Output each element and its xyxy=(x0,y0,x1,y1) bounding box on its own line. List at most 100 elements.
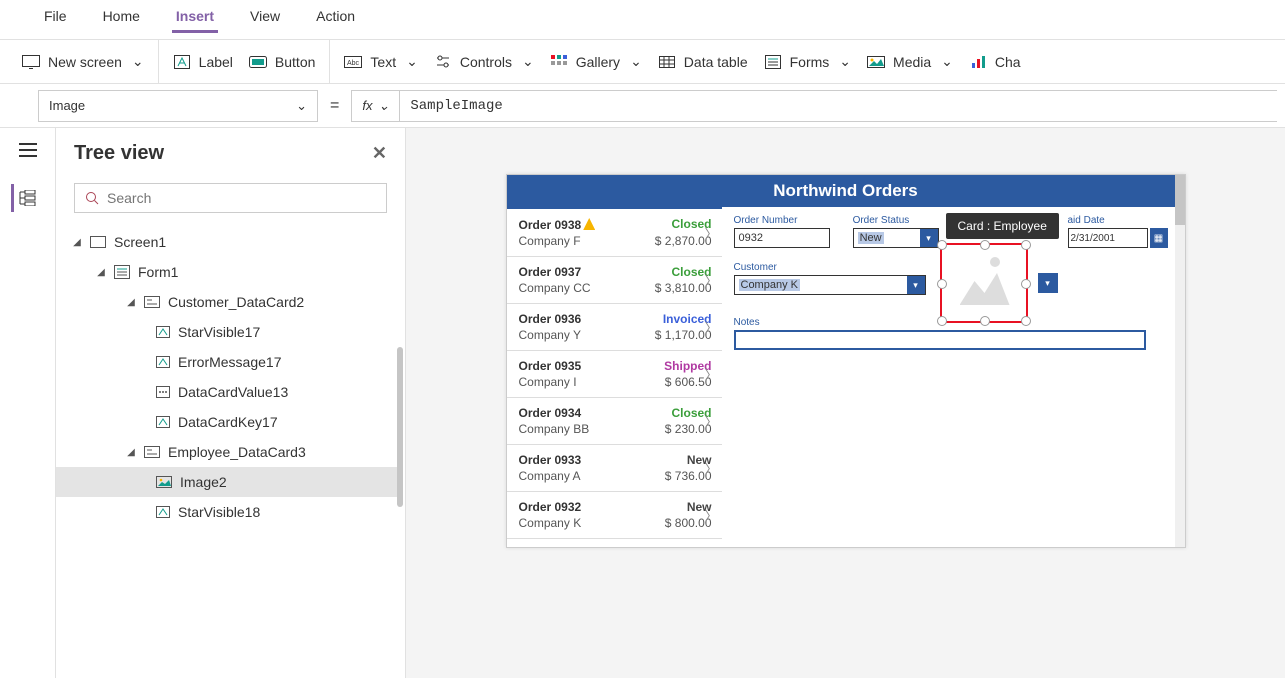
tree-node-image2[interactable]: Image2 xyxy=(56,467,397,497)
resize-handle[interactable] xyxy=(937,240,947,250)
controls-label: Controls xyxy=(460,54,512,70)
tree-label: DataCardKey17 xyxy=(178,414,278,430)
customer-label: Customer xyxy=(734,262,926,273)
order-number: Order 0938 xyxy=(519,217,596,232)
order-number: Order 0935 xyxy=(519,359,582,373)
collapse-icon[interactable]: ◢ xyxy=(72,237,82,248)
order-list-item[interactable]: Order 0934ClosedCompany BB$ 230.00〉 xyxy=(507,398,722,445)
order-list-item[interactable]: Order 0935ShippedCompany I$ 606.50〉 xyxy=(507,351,722,398)
sample-image-sun xyxy=(990,257,1000,267)
order-number: Order 0936 xyxy=(519,312,582,326)
close-icon[interactable]: ✕ xyxy=(372,143,387,164)
order-list-item[interactable]: Order 0936InvoicedCompany Y$ 1,170.00〉 xyxy=(507,304,722,351)
order-company: Company Y xyxy=(519,328,581,342)
resize-handle[interactable] xyxy=(937,279,947,289)
order-list-item[interactable]: Order 0938ClosedCompany F$ 2,870.00〉 xyxy=(507,207,722,257)
resize-handle[interactable] xyxy=(1021,240,1031,250)
text-label: Text xyxy=(370,54,396,70)
tree-label: Employee_DataCard3 xyxy=(168,444,306,460)
menu-home[interactable]: Home xyxy=(99,6,144,33)
collapse-icon[interactable]: ◢ xyxy=(96,267,106,278)
scrollbar-thumb[interactable] xyxy=(397,347,403,507)
table-icon xyxy=(658,53,676,71)
collapse-icon[interactable]: ◢ xyxy=(126,297,136,308)
order-number: Order 0932 xyxy=(519,500,582,514)
order-number-input[interactable]: 0932 xyxy=(734,228,830,248)
forms-button[interactable]: Forms ⌄ xyxy=(764,53,851,71)
sample-image-placeholder xyxy=(960,265,1010,305)
resize-handle[interactable] xyxy=(937,316,947,326)
app-title: Northwind Orders xyxy=(507,175,1185,207)
tree-node-card-employee[interactable]: ◢ Employee_DataCard3 xyxy=(56,437,397,467)
tree-node-screen[interactable]: ◢ Screen1 xyxy=(56,227,397,257)
order-number-label: Order Number xyxy=(734,215,830,226)
menu-file[interactable]: File xyxy=(40,6,71,33)
collapse-icon[interactable]: ◢ xyxy=(126,447,136,458)
chevron-down-icon: ▾ xyxy=(920,229,938,247)
formula-input[interactable]: SampleImage xyxy=(400,90,1277,122)
selection-box[interactable] xyxy=(940,243,1028,323)
tree-node-starvisible17[interactable]: StarVisible17 xyxy=(56,317,397,347)
property-dropdown[interactable]: Image ⌄ xyxy=(38,90,318,122)
resize-handle[interactable] xyxy=(1021,316,1031,326)
fx-button[interactable]: fx ⌄ xyxy=(351,90,400,122)
notes-input[interactable] xyxy=(734,330,1146,350)
employee-dropdown-arrow[interactable]: ▾ xyxy=(1038,273,1058,293)
tree-view-rail-button[interactable] xyxy=(11,184,39,212)
order-list-item[interactable]: Order 0937ClosedCompany CC$ 3,810.00〉 xyxy=(507,257,722,304)
scrollbar-thumb[interactable] xyxy=(1175,175,1185,225)
data-table-button[interactable]: Data table xyxy=(658,53,748,71)
formula-bar: Image ⌄ = fx ⌄ SampleImage xyxy=(0,84,1285,128)
paid-date-input[interactable]: 2/31/2001 xyxy=(1068,228,1148,248)
charts-button[interactable]: Cha xyxy=(969,53,1021,71)
dropdown-icon xyxy=(156,386,170,398)
order-status-dropdown[interactable]: New ▾ xyxy=(853,228,939,248)
chevron-right-icon: 〉 xyxy=(704,365,717,384)
tree-label: StarVisible17 xyxy=(178,324,260,340)
label-label: Label xyxy=(199,54,233,70)
hamburger-icon[interactable] xyxy=(14,136,42,164)
paid-date-label: aid Date xyxy=(1068,215,1168,226)
tree-node-starvisible18[interactable]: StarVisible18 xyxy=(56,497,397,527)
gallery-button[interactable]: Gallery ⌄ xyxy=(550,53,642,71)
menu-view[interactable]: View xyxy=(246,6,284,33)
customer-dropdown[interactable]: Company K ▾ xyxy=(734,275,926,295)
tree-node-card-customer[interactable]: ◢ Customer_DataCard2 xyxy=(56,287,397,317)
order-number: Order 0937 xyxy=(519,265,582,279)
label-icon xyxy=(173,53,191,71)
menu-action[interactable]: Action xyxy=(312,6,359,33)
text-icon: Abc xyxy=(344,53,362,71)
tree-node-form[interactable]: ◢ Form1 xyxy=(56,257,397,287)
chevron-down-icon: ⌄ xyxy=(839,53,851,70)
text-button[interactable]: Abc Text ⌄ xyxy=(344,53,417,71)
resize-handle[interactable] xyxy=(980,316,990,326)
search-input[interactable] xyxy=(107,190,376,206)
label-button[interactable]: Label xyxy=(173,53,233,71)
menu-insert[interactable]: Insert xyxy=(172,6,218,33)
resize-handle[interactable] xyxy=(1021,279,1031,289)
order-number: Order 0934 xyxy=(519,406,582,420)
order-list-item[interactable]: Order 0933NewCompany A$ 736.00〉 xyxy=(507,445,722,492)
order-list-item[interactable]: Order 0932NewCompany K$ 800.00〉 xyxy=(507,492,722,539)
calendar-icon[interactable]: ▦ xyxy=(1150,228,1168,248)
warning-icon xyxy=(583,218,595,230)
search-box[interactable] xyxy=(74,183,387,213)
label-icon xyxy=(156,326,170,338)
app-scrollbar[interactable] xyxy=(1175,175,1185,547)
new-screen-button[interactable]: New screen ⌄ xyxy=(22,53,144,71)
controls-button[interactable]: Controls ⌄ xyxy=(434,53,534,71)
tree: ◢ Screen1 ◢ Form1 ◢ Customer_DataCard2 S… xyxy=(56,227,405,527)
chevron-down-icon: ⌄ xyxy=(406,53,418,70)
tree-node-datacardkey17[interactable]: DataCardKey17 xyxy=(56,407,397,437)
ribbon: New screen ⌄ Label Button Abc Text ⌄ Con… xyxy=(0,40,1285,84)
data-table-label: Data table xyxy=(684,54,748,70)
button-label: Button xyxy=(275,54,315,70)
tree-node-datacardvalue13[interactable]: DataCardValue13 xyxy=(56,377,397,407)
tree-node-errormessage17[interactable]: ErrorMessage17 xyxy=(56,347,397,377)
button-button[interactable]: Button xyxy=(249,53,315,71)
order-company: Company CC xyxy=(519,281,591,295)
resize-handle[interactable] xyxy=(980,240,990,250)
media-button[interactable]: Media ⌄ xyxy=(867,53,953,71)
svg-text:Abc: Abc xyxy=(347,60,360,67)
menubar: File Home Insert View Action xyxy=(0,0,1285,40)
